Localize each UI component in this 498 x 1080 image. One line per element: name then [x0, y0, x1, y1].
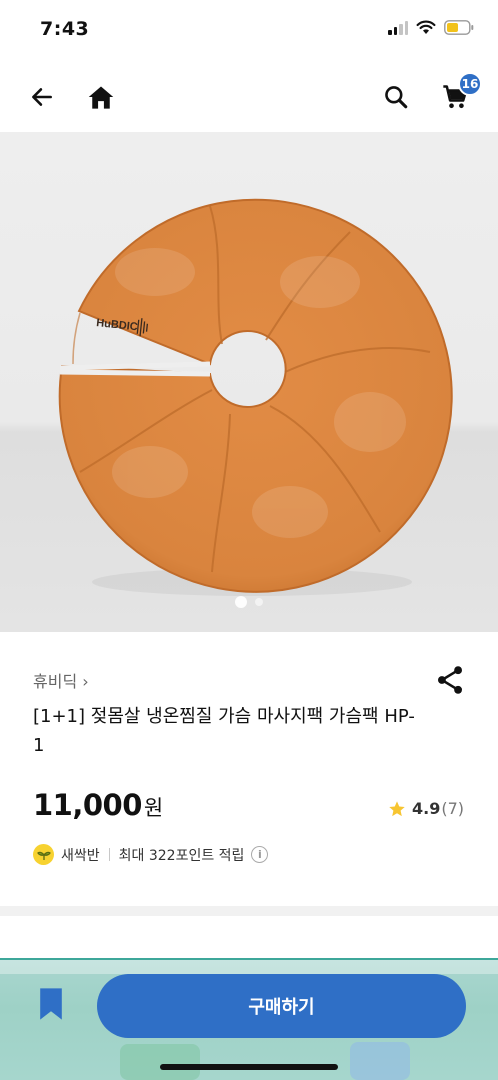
cellular-signal-icon [388, 20, 408, 35]
home-icon [88, 86, 114, 109]
product-price: 11,000 [33, 788, 142, 822]
sprout-icon [33, 844, 54, 865]
bottom-action-bar: 구매하기 [0, 958, 498, 1080]
member-grade: 새싹반 [61, 847, 100, 864]
product-photo: HuBDIC [58, 198, 453, 596]
carousel-dot[interactable] [255, 598, 263, 606]
bookmark-button[interactable] [36, 986, 70, 1026]
info-icon[interactable]: i [251, 846, 269, 863]
share-button[interactable] [432, 662, 468, 698]
search-button[interactable] [373, 74, 419, 120]
gel-pad-shape [58, 198, 453, 593]
rating-count: (7) [441, 799, 464, 818]
status-bar: 7:43 [0, 0, 498, 62]
wifi-icon [416, 20, 436, 34]
carousel-dot-active[interactable] [235, 596, 247, 608]
product-image[interactable]: HuBDIC [0, 132, 498, 632]
carousel-indicator[interactable] [0, 596, 498, 608]
status-time: 7:43 [40, 18, 90, 40]
arrow-left-icon [32, 88, 52, 106]
rating[interactable]: 4.9 (7) [388, 799, 464, 818]
status-icons [388, 20, 474, 35]
home-indicator [160, 1064, 338, 1070]
points-text: 최대 322포인트 적립 [118, 847, 245, 864]
back-button[interactable] [19, 74, 65, 120]
share-icon [438, 666, 462, 694]
nav-bar: 16 [0, 62, 498, 132]
separator [108, 848, 110, 861]
buy-button[interactable]: 구매하기 [97, 974, 466, 1038]
section-divider [0, 906, 498, 916]
brand-link[interactable]: 휴비딕 › [33, 668, 89, 692]
product-title: [1+1] 젖몸살 냉온찜질 가슴 마사지팩 가슴팩 HP-1 [33, 706, 415, 756]
search-icon [385, 86, 408, 109]
bookmark-icon [40, 988, 62, 1020]
price-row: 11,000 원 [33, 788, 163, 822]
rating-value: 4.9 [411, 799, 441, 818]
price-unit: 원 [143, 796, 164, 820]
cart-button[interactable]: 16 [432, 72, 482, 120]
cart-count-badge: 16 [458, 72, 482, 96]
star-icon [389, 800, 405, 816]
battery-icon [444, 20, 474, 35]
points-row: 새싹반 최대 322포인트 적립 i [33, 844, 269, 865]
home-button[interactable] [78, 74, 124, 120]
